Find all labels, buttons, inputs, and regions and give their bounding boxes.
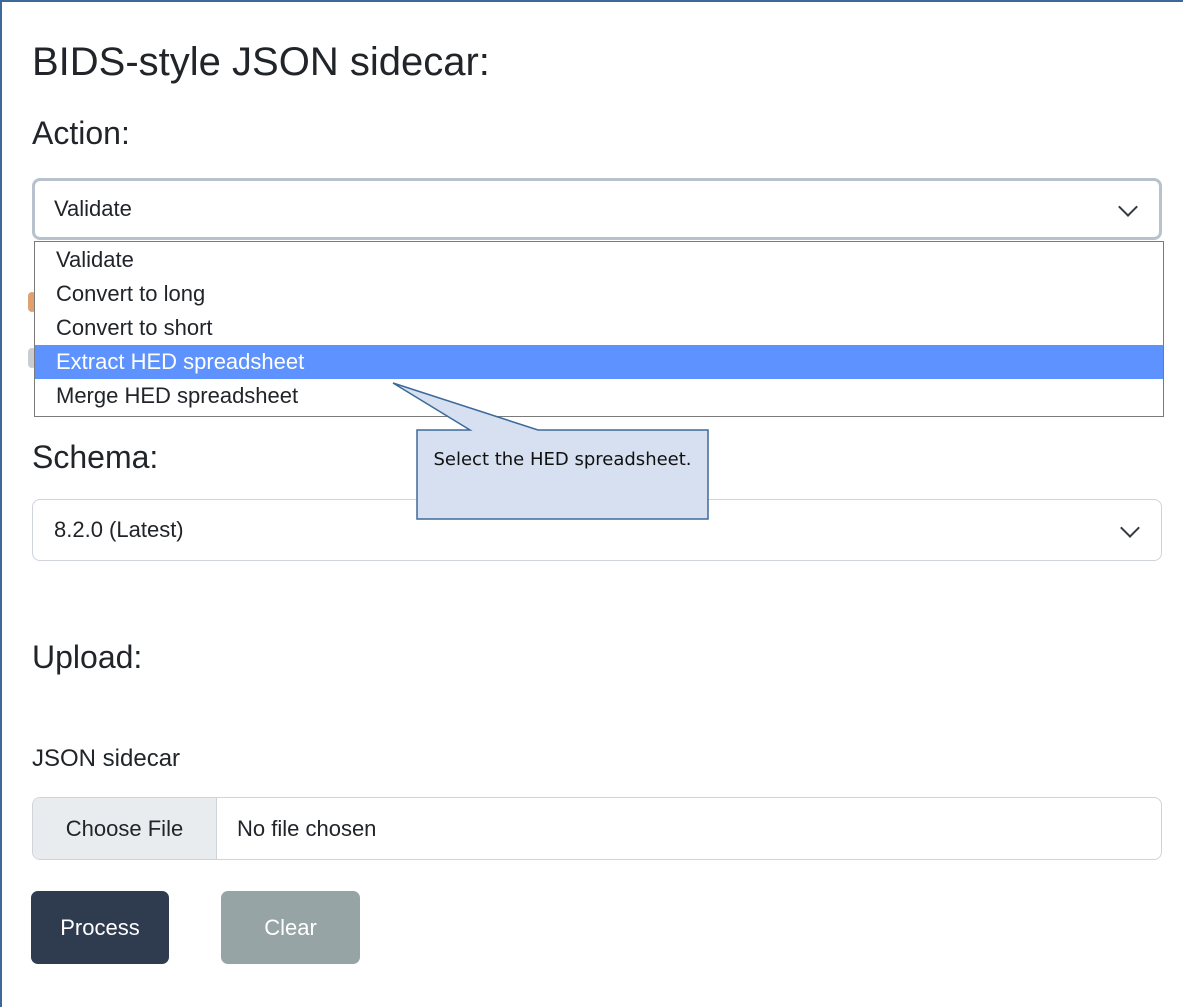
clear-button[interactable]: Clear	[221, 891, 360, 964]
chevron-down-icon	[1120, 518, 1140, 538]
chevron-down-icon	[1118, 197, 1138, 217]
action-label: Action:	[32, 115, 130, 151]
json-sidecar-file-input[interactable]: Choose File No file chosen	[32, 797, 1162, 860]
upload-label: Upload:	[32, 639, 143, 675]
process-button[interactable]: Process	[31, 891, 169, 964]
action-select-value: Validate	[54, 196, 132, 221]
option-convert-to-short[interactable]: Convert to short	[35, 311, 1163, 345]
tooltip-callout: Select the HED spreadsheet.	[360, 378, 760, 528]
callout-text: Select the HED spreadsheet.	[433, 449, 692, 470]
schema-select-value: 8.2.0 (Latest)	[54, 517, 184, 542]
schema-label: Schema:	[32, 439, 159, 475]
page-title: BIDS-style JSON sidecar:	[32, 40, 490, 84]
option-convert-to-long[interactable]: Convert to long	[35, 277, 1163, 311]
file-status-text: No file chosen	[237, 815, 377, 841]
json-sidecar-label: JSON sidecar	[32, 745, 181, 772]
option-extract-hed-spreadsheet[interactable]: Extract HED spreadsheet	[35, 345, 1163, 379]
action-select[interactable]: Validate	[32, 178, 1162, 240]
option-validate[interactable]: Validate	[35, 243, 1163, 277]
choose-file-button[interactable]: Choose File	[33, 798, 217, 859]
